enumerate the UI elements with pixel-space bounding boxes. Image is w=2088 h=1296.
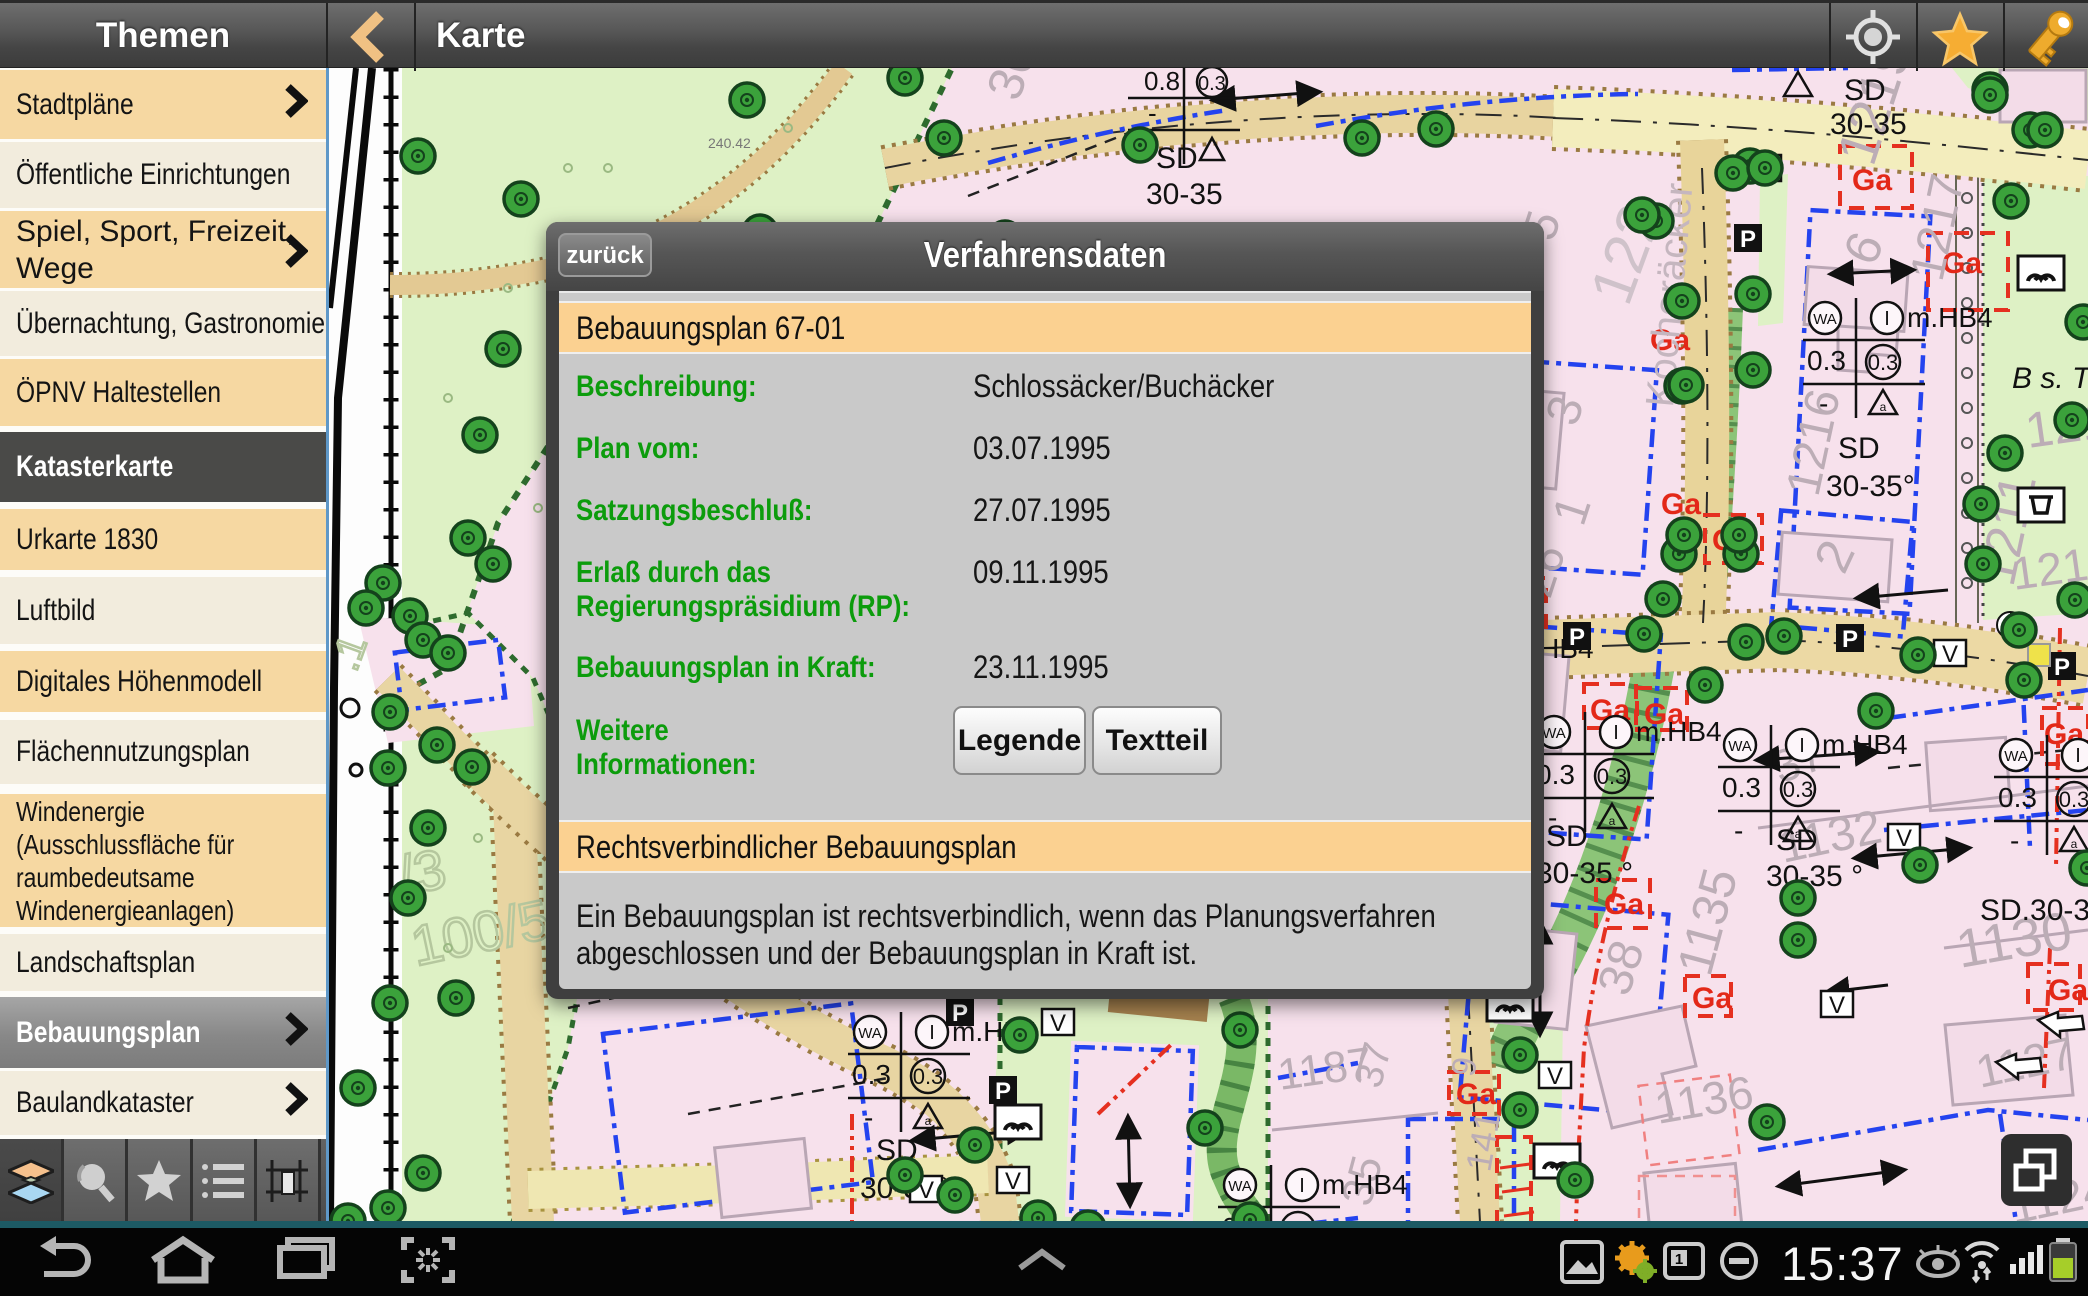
svg-text:30-35 °: 30-35 ° bbox=[1536, 857, 1633, 890]
svg-text:Ga: Ga bbox=[1604, 888, 1644, 921]
svg-text:30-35: 30-35 bbox=[1146, 178, 1223, 211]
svg-text:SD: SD bbox=[1546, 820, 1588, 853]
svg-text:240.42: 240.42 bbox=[708, 135, 751, 151]
svg-text:Ga: Ga bbox=[1852, 164, 1892, 197]
svg-text:-: - bbox=[1148, 98, 1157, 128]
svg-text:30-35 °: 30-35 ° bbox=[1766, 860, 1863, 893]
svg-text:30-35°: 30-35° bbox=[1826, 470, 1915, 503]
svg-text:Ga: Ga bbox=[1456, 1078, 1496, 1111]
svg-text:B s. Te: B s. Te bbox=[2012, 362, 2088, 395]
svg-text:0.3: 0.3 bbox=[1198, 73, 1226, 95]
svg-text:SD: SD bbox=[1776, 824, 1818, 857]
svg-text:SD: SD bbox=[1156, 142, 1198, 175]
svg-text:1: 1 bbox=[1675, 1251, 1683, 1268]
svg-text:SD: SD bbox=[1844, 74, 1886, 107]
svg-text:Ga: Ga bbox=[2048, 974, 2088, 1007]
svg-text:SD: SD bbox=[1838, 432, 1880, 465]
svg-text:30-35: 30-35 bbox=[1830, 108, 1907, 141]
svg-text:Ga: Ga bbox=[1661, 488, 1701, 521]
svg-text:SD.30-35°: SD.30-35° bbox=[1980, 894, 2088, 927]
svg-text:0.8: 0.8 bbox=[1144, 68, 1180, 96]
svg-text:Ga: Ga bbox=[1692, 982, 1732, 1015]
